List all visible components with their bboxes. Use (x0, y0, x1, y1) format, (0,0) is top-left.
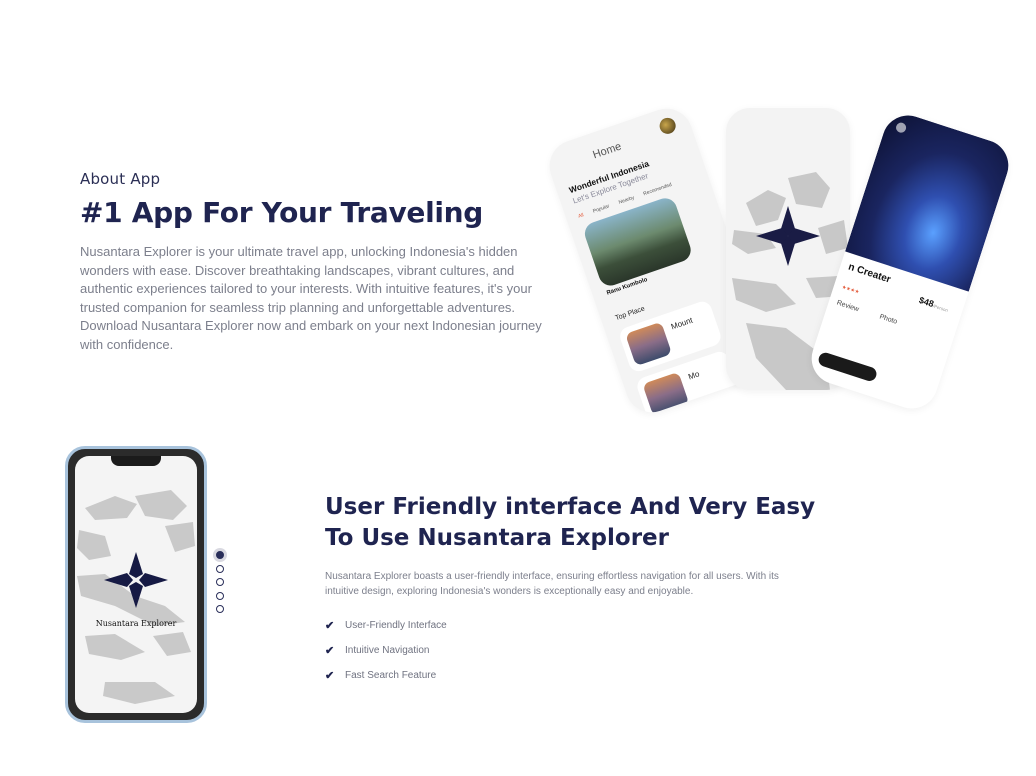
feature-section: User Friendly interface And Very Easy To… (325, 492, 845, 688)
feature-description: Nusantara Explorer boasts a user-friendl… (325, 571, 779, 597)
rating-stars-icon: ★★★★ (840, 284, 860, 296)
feature-item-label: Fast Search Feature (345, 670, 437, 681)
carousel-dot[interactable] (216, 605, 224, 613)
carousel-dot[interactable] (216, 551, 224, 559)
tab-nearby: Nearby (617, 194, 636, 206)
tab-review: Review (835, 299, 860, 314)
tab-recomended: Recomended (642, 181, 673, 198)
crater-photo (845, 108, 1016, 292)
about-headline: #1 App For Your Traveling (80, 196, 484, 229)
carousel-dot[interactable] (216, 578, 224, 586)
indonesia-map-graphic (77, 490, 195, 704)
phone-notch (111, 456, 161, 466)
top-place-thumbnail (625, 321, 673, 367)
feature-item-label: Intuitive Navigation (345, 645, 430, 656)
app-screens-mockup: Home Wonderful Indonesia Let's Explore T… (542, 100, 1016, 420)
home-screen-title: Home (591, 140, 623, 162)
top-place-thumbnail (642, 371, 690, 417)
price-unit: /Person (932, 303, 949, 313)
about-eyebrow: About App (80, 170, 161, 188)
check-icon: ✔ (325, 645, 335, 657)
phone-brand-name: Nusantara Explorer (95, 619, 177, 628)
carousel-dot[interactable] (216, 591, 224, 600)
detail-tabs: Review Photo (836, 300, 898, 326)
tab-all: All (577, 212, 585, 220)
book-button (816, 350, 879, 383)
check-icon: ✔ (325, 670, 335, 682)
detail-price: $48/Person (918, 295, 950, 314)
check-icon: ✔ (325, 620, 335, 632)
top-place-name: Mo (687, 369, 701, 382)
phone-screen: Nusantara Explorer (75, 456, 197, 713)
tab-popular: Popular (592, 203, 611, 215)
feature-title: User Friendly interface And Very Easy To… (325, 494, 816, 551)
top-place-name: Mount (669, 315, 694, 332)
about-section: About App #1 App For Your Traveling Nusa… (80, 170, 550, 355)
feature-list: ✔ User-Friendly Interface ✔ Intuitive Navi… (325, 613, 845, 688)
detail-title: n Creater (846, 261, 892, 286)
list-item: ✔ Fast Search Feature (325, 663, 845, 688)
about-description: Nusantara Explorer is your ultimate trav… (80, 244, 542, 352)
feature-item-label: User-Friendly Interface (345, 620, 447, 631)
tab-photo: Photo (878, 313, 899, 326)
list-item: ✔ Intuitive Navigation (325, 638, 845, 663)
list-item: ✔ User-Friendly Interface (325, 613, 845, 638)
phone-mockup: Nusantara Explorer (65, 446, 207, 723)
carousel-pagination (216, 551, 226, 619)
carousel-dot[interactable] (216, 564, 224, 573)
top-place-label: Top Place (614, 305, 646, 323)
avatar (657, 115, 678, 137)
